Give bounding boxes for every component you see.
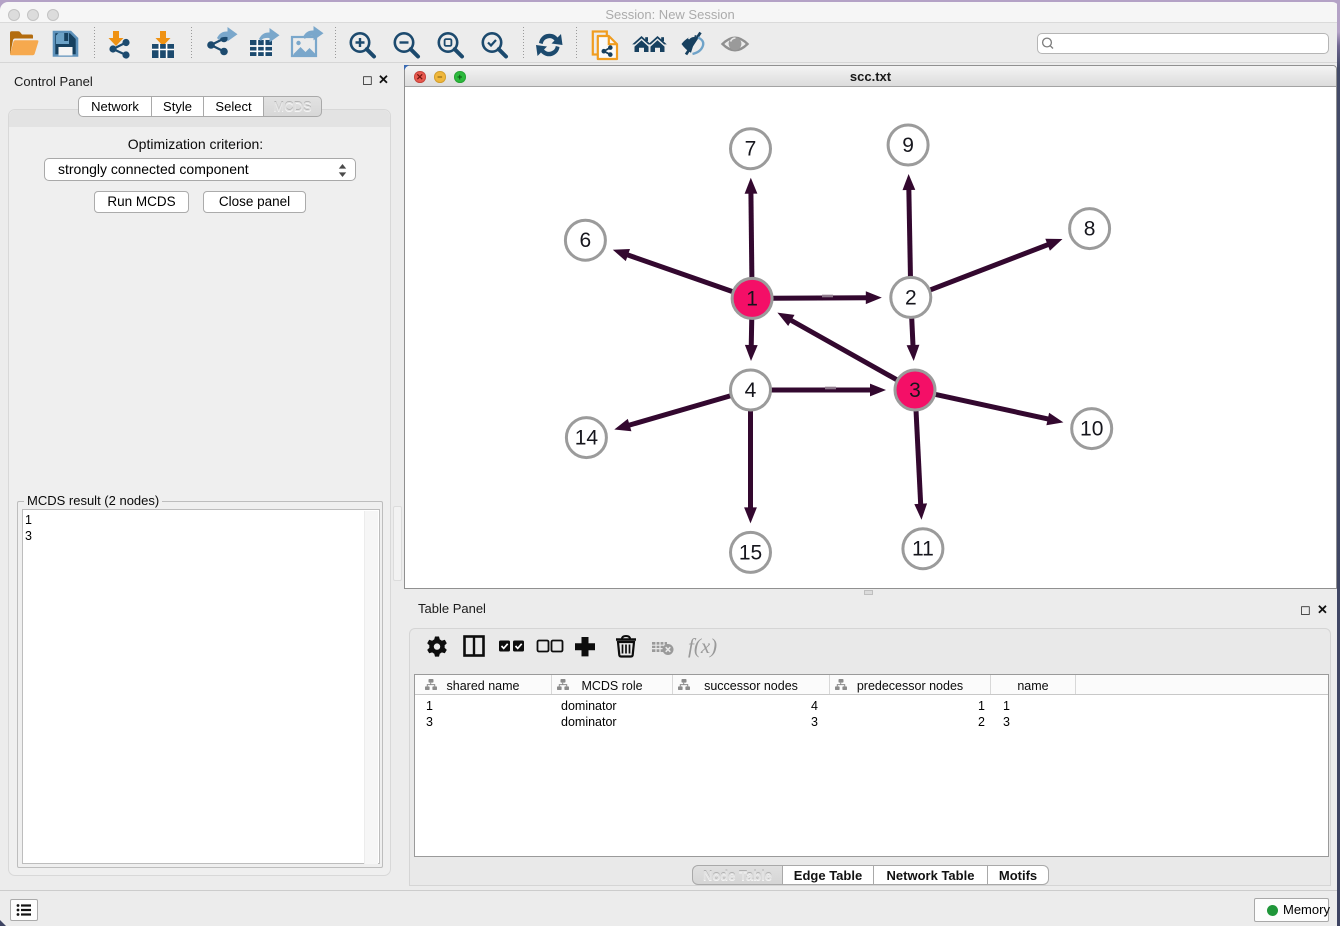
svg-text:10: 10 bbox=[1080, 418, 1103, 441]
svg-text:9: 9 bbox=[902, 134, 914, 157]
svg-text:8: 8 bbox=[1084, 218, 1096, 241]
svg-text:15: 15 bbox=[739, 541, 762, 564]
svg-text:6: 6 bbox=[580, 229, 592, 252]
svg-text:1: 1 bbox=[746, 287, 758, 310]
svg-text:f(x): f(x) bbox=[688, 634, 717, 658]
svg-text:11: 11 bbox=[912, 538, 934, 561]
svg-text:14: 14 bbox=[575, 427, 599, 450]
svg-text:2: 2 bbox=[905, 286, 917, 309]
svg-text:4: 4 bbox=[745, 379, 757, 402]
svg-text:7: 7 bbox=[745, 138, 757, 161]
svg-text:3: 3 bbox=[909, 379, 921, 402]
